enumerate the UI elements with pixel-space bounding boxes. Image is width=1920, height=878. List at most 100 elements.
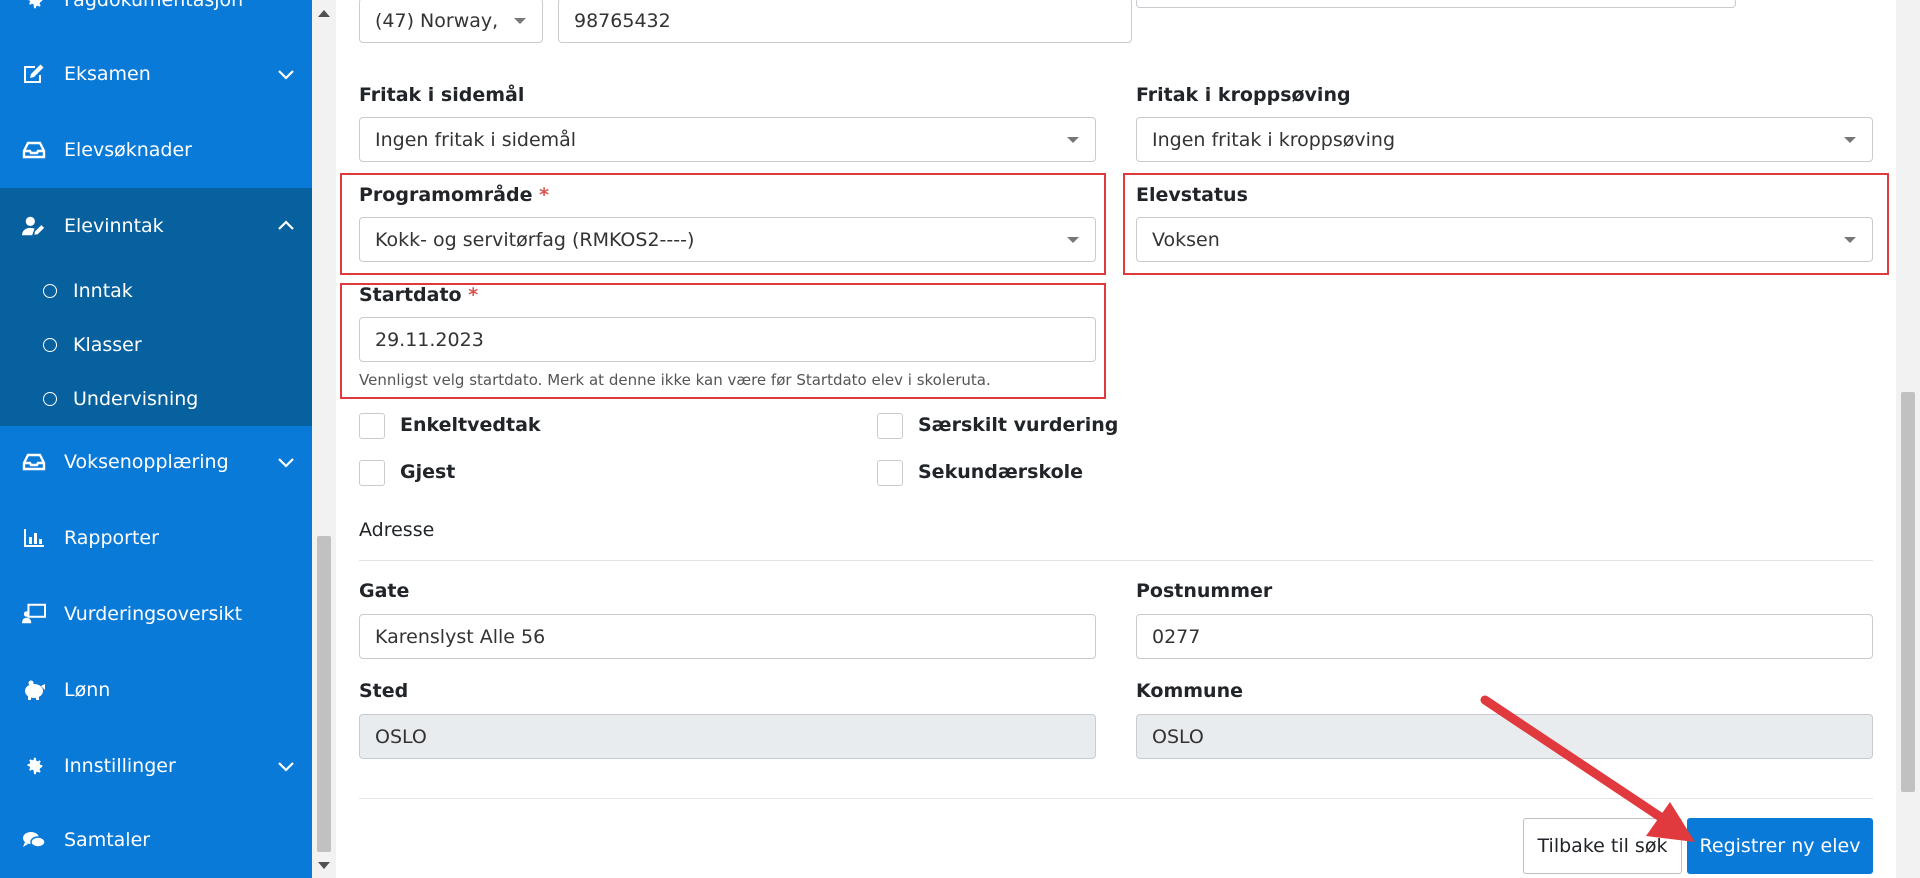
sidebar-item-voksenopplaering[interactable]: Voksenopplæring xyxy=(0,424,312,500)
country-code-select[interactable]: (47) Norway, xyxy=(359,0,543,43)
piggy-bank-icon xyxy=(22,678,46,702)
sidebar-subitem-klasser[interactable]: Klasser xyxy=(0,318,312,372)
inbox-icon xyxy=(22,450,46,474)
scrollbar-thumb[interactable] xyxy=(317,536,331,852)
sidebar-subitem-undervisning[interactable]: Undervisning xyxy=(0,372,312,426)
sidebar-subitem-label: Klasser xyxy=(73,334,142,356)
elevstatus-value: Voksen xyxy=(1152,228,1220,251)
chevron-up-icon xyxy=(278,220,294,230)
startdato-label: Startdato * xyxy=(359,284,478,306)
circle-icon xyxy=(43,392,57,406)
partial-field-top-right[interactable] xyxy=(1136,0,1736,8)
chevron-down-icon xyxy=(278,762,294,772)
postnummer-value: 0277 xyxy=(1152,625,1201,648)
enkeltvedtak-checkbox[interactable] xyxy=(359,413,385,439)
gjest-checkbox[interactable] xyxy=(359,460,385,486)
scroll-up-arrow-icon[interactable] xyxy=(318,10,330,17)
phone-number-value: 98765432 xyxy=(574,9,671,32)
back-to-search-button[interactable]: Tilbake til søk xyxy=(1523,818,1682,874)
fritak-kroppsoving-select[interactable]: Ingen fritak i kroppsøving xyxy=(1136,117,1873,162)
sted-label: Sted xyxy=(359,680,409,702)
chevron-down-icon xyxy=(278,70,294,80)
sidebar-item-label: Innstillinger xyxy=(64,755,176,777)
sidebar-item-label: Voksenopplæring xyxy=(64,451,229,473)
elevinntak-submenu: Inntak Klasser Undervisning xyxy=(0,264,312,426)
sidebar-item-innstillinger[interactable]: Innstillinger xyxy=(0,728,312,804)
register-new-student-button[interactable]: Registrer ny elev xyxy=(1687,818,1873,874)
postnummer-label: Postnummer xyxy=(1136,580,1273,602)
enkeltvedtak-label: Enkeltvedtak xyxy=(400,414,541,436)
sidebar-item-fagdokumentasjon[interactable]: Fagdokumentasjon xyxy=(0,0,312,38)
page-scrollbar[interactable] xyxy=(1896,0,1920,878)
caret-down-icon xyxy=(514,18,526,24)
sarskilt-vurdering-checkbox[interactable] xyxy=(877,413,903,439)
sidebar-item-label: Fagdokumentasjon xyxy=(64,0,244,11)
caret-down-icon xyxy=(1067,237,1079,243)
phone-number-input[interactable]: 98765432 xyxy=(558,0,1132,43)
sidebar-item-label: Elevinntak xyxy=(64,215,164,237)
sidebar-subitem-label: Inntak xyxy=(73,280,133,302)
presentation-icon xyxy=(22,602,46,626)
fritak-kroppsoving-label: Fritak i kroppsøving xyxy=(1136,84,1351,106)
sekundarskole-label: Sekundærskole xyxy=(918,461,1084,483)
caret-down-icon xyxy=(1067,137,1079,143)
chevron-down-icon xyxy=(278,458,294,468)
fritak-kroppsoving-value: Ingen fritak i kroppsøving xyxy=(1152,128,1396,151)
startdato-value: 29.11.2023 xyxy=(375,328,484,351)
gate-label: Gate xyxy=(359,580,410,602)
sidebar-item-label: Elevsøknader xyxy=(64,139,192,161)
scrollbar-thumb[interactable] xyxy=(1901,392,1915,792)
user-edit-icon xyxy=(22,214,46,238)
gate-input[interactable]: Karenslyst Alle 56 xyxy=(359,614,1096,659)
scroll-down-arrow-icon[interactable] xyxy=(318,862,330,869)
footer-divider xyxy=(359,798,1873,799)
programomrade-value: Kokk- og servitørfag (RMKOS2----) xyxy=(375,228,695,251)
caret-down-icon xyxy=(1844,137,1856,143)
required-mark: * xyxy=(468,284,479,306)
bar-chart-icon xyxy=(22,526,46,550)
sidebar-item-vurderingsoversikt[interactable]: Vurderingsoversikt xyxy=(0,576,312,652)
startdato-help-text: Vennligst velg startdato. Merk at denne … xyxy=(359,371,991,389)
circle-icon xyxy=(43,284,57,298)
edit-icon xyxy=(22,62,46,86)
sidebar-item-rapporter[interactable]: Rapporter xyxy=(0,500,312,576)
fritak-sidemal-value: Ingen fritak i sidemål xyxy=(375,128,577,151)
sted-input: OSLO xyxy=(359,714,1096,759)
sidebar: Fagdokumentasjon Eksamen Elevsøknader El… xyxy=(0,0,312,878)
sidebar-item-elevsoknader[interactable]: Elevsøknader xyxy=(0,112,312,188)
sidebar-item-label: Eksamen xyxy=(64,63,151,85)
gear-icon xyxy=(22,754,46,778)
sidebar-item-label: Lønn xyxy=(64,679,111,701)
startdato-label-text: Startdato xyxy=(359,284,462,306)
main-content: (47) Norway, 98765432 Fritak i sidemål I… xyxy=(336,0,1896,878)
sidebar-subitem-label: Undervisning xyxy=(73,388,199,410)
sted-value: OSLO xyxy=(375,725,427,748)
startdato-input[interactable]: 29.11.2023 xyxy=(359,317,1096,362)
adresse-section-title: Adresse xyxy=(359,519,435,541)
chat-icon xyxy=(22,828,46,852)
sidebar-item-samtaler[interactable]: Samtaler xyxy=(0,802,312,878)
sekundarskole-checkbox[interactable] xyxy=(877,460,903,486)
elevstatus-select[interactable]: Voksen xyxy=(1136,217,1873,262)
postnummer-input[interactable]: 0277 xyxy=(1136,614,1873,659)
kommune-value: OSLO xyxy=(1152,725,1204,748)
sidebar-item-elevinntak[interactable]: Elevinntak xyxy=(0,188,312,264)
sidebar-item-label: Vurderingsoversikt xyxy=(64,603,243,625)
circle-icon xyxy=(43,338,57,352)
gate-value: Karenslyst Alle 56 xyxy=(375,625,546,648)
programomrade-select[interactable]: Kokk- og servitørfag (RMKOS2----) xyxy=(359,217,1096,262)
sidebar-item-label: Rapporter xyxy=(64,527,159,549)
inbox-icon xyxy=(22,138,46,162)
sidebar-scrollbar[interactable] xyxy=(312,0,336,878)
sidebar-subitem-inntak[interactable]: Inntak xyxy=(0,264,312,318)
country-code-value: (47) Norway, xyxy=(375,9,499,32)
programomrade-label: Programområde * xyxy=(359,184,549,206)
caret-down-icon xyxy=(1844,237,1856,243)
sarskilt-vurdering-label: Særskilt vurdering xyxy=(918,414,1119,436)
elevstatus-label: Elevstatus xyxy=(1136,184,1248,206)
fritak-sidemal-select[interactable]: Ingen fritak i sidemål xyxy=(359,117,1096,162)
sidebar-item-lonn[interactable]: Lønn xyxy=(0,652,312,728)
sidebar-item-eksamen[interactable]: Eksamen xyxy=(0,36,312,112)
kommune-input: OSLO xyxy=(1136,714,1873,759)
programomrade-label-text: Programområde xyxy=(359,184,533,206)
